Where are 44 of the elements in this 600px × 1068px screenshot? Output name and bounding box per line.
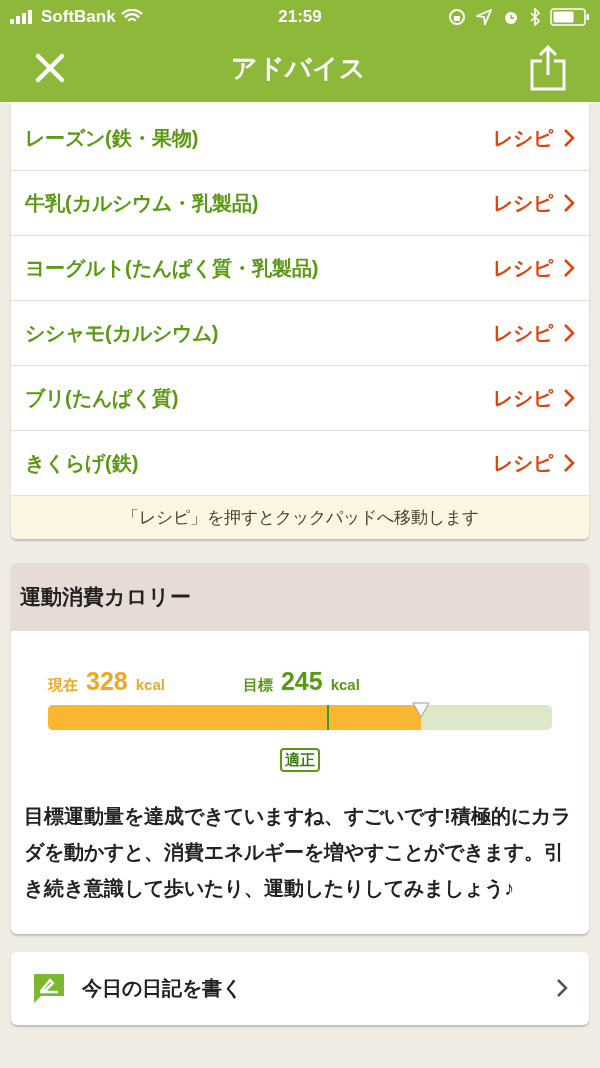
battery-icon bbox=[550, 8, 590, 26]
recipe-link[interactable]: レシピ bbox=[493, 318, 575, 348]
food-name: ヨーグルト(たんぱく質・乳製品) bbox=[25, 256, 320, 281]
food-name: きくらげ(鉄) bbox=[25, 451, 140, 476]
note-text: 「レシピ」を押すとクックパッドへ移動します bbox=[121, 506, 479, 529]
recipe-link[interactable]: レシピ bbox=[493, 383, 575, 413]
recipe-link[interactable]: レシピ bbox=[493, 448, 575, 478]
target-label: 目標 bbox=[242, 675, 273, 695]
diary-button[interactable]: 今日の日記を書く bbox=[11, 951, 589, 1025]
chevron-icon bbox=[563, 453, 575, 473]
target-value: 245 bbox=[280, 666, 323, 697]
food-name: 牛乳(カルシウム・乳製品) bbox=[25, 191, 260, 216]
current-unit: kcal bbox=[135, 675, 165, 695]
food-name: ブリ(たんぱく質) bbox=[25, 386, 180, 411]
recipe-link[interactable]: レシピ bbox=[493, 253, 575, 283]
current-label: 現在 bbox=[48, 675, 78, 695]
target-marker bbox=[326, 704, 329, 730]
screen-title: アドバイス bbox=[229, 51, 367, 85]
clock-time: 21:59 bbox=[277, 6, 323, 29]
wifi-icon bbox=[120, 9, 143, 25]
recipe-link[interactable]: レシピ bbox=[493, 122, 575, 153]
status-badge: 適正 bbox=[280, 747, 320, 772]
food-name: シシャモ(カルシウム) bbox=[25, 321, 220, 346]
share-button[interactable] bbox=[528, 45, 568, 91]
location-icon bbox=[476, 9, 492, 25]
current-value: 328 bbox=[86, 666, 128, 697]
chevron-icon bbox=[556, 978, 568, 998]
chevron-icon bbox=[563, 127, 575, 148]
target-unit: kcal bbox=[330, 675, 360, 695]
share-icon bbox=[528, 45, 568, 91]
recipe-link[interactable]: レシピ bbox=[493, 188, 575, 218]
chevron-icon bbox=[563, 258, 575, 278]
pencil-note-icon bbox=[32, 972, 65, 1004]
section-title: 運動消費カロリー bbox=[20, 584, 191, 611]
carrier-name: SoftBank bbox=[41, 6, 116, 29]
chevron-icon bbox=[563, 388, 575, 408]
current-pointer-icon bbox=[411, 701, 430, 718]
chevron-icon bbox=[563, 193, 575, 213]
chevron-icon bbox=[563, 323, 575, 343]
food-name: レーズン(鉄・果物) bbox=[25, 125, 200, 151]
advice-message: 目標運動量を達成できていますね、すごいです!積極的にカラダを動かすと、消費エネルギーを増やすことができます。引き続き意識して歩いたり、運動したりしてみましょう♪ bbox=[23, 803, 572, 901]
bluetooth-icon bbox=[530, 8, 540, 26]
rotation-lock-icon bbox=[448, 8, 466, 26]
close-icon bbox=[35, 53, 65, 83]
